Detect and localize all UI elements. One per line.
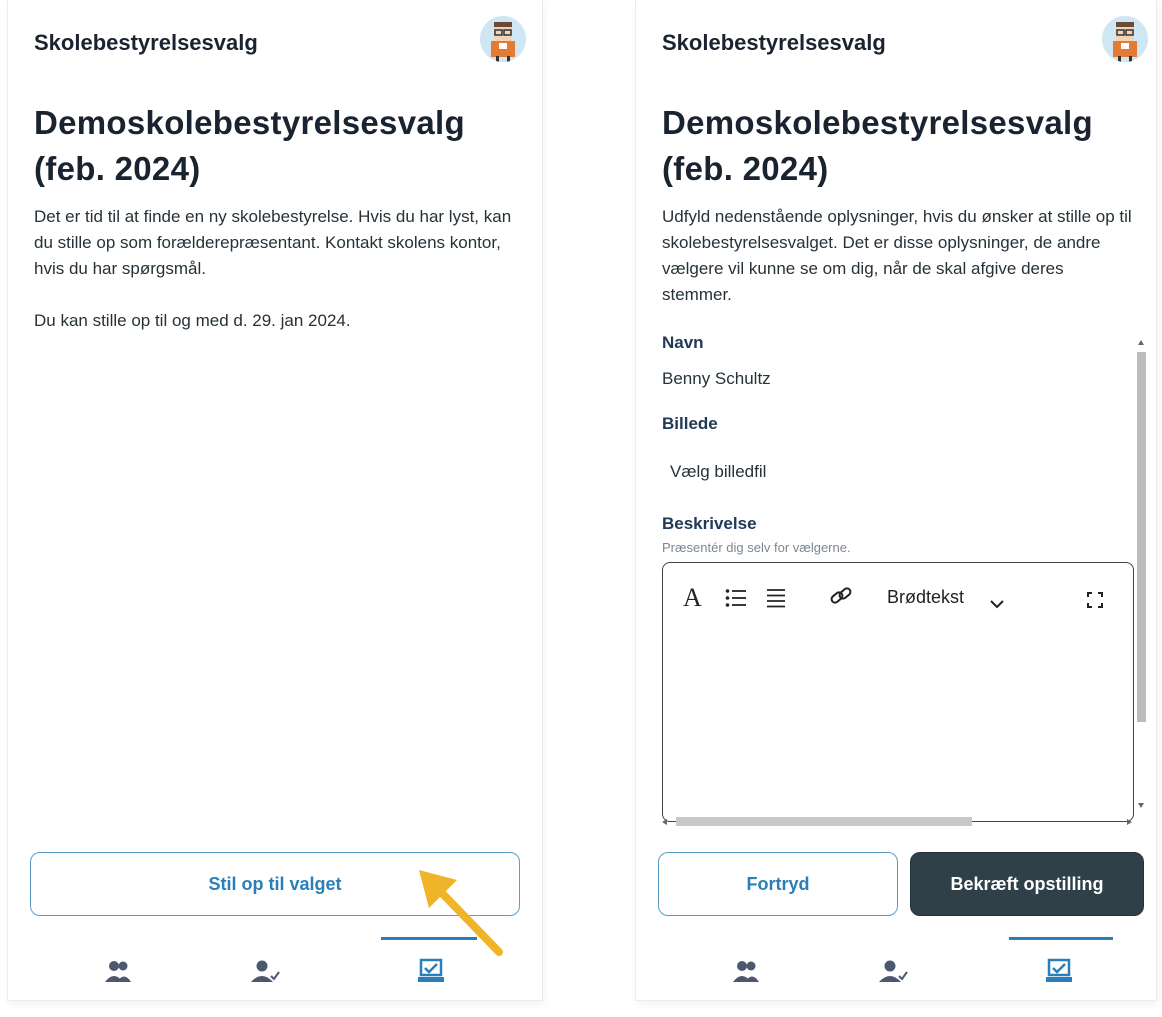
confirm-button[interactable]: Bekræft opstilling — [910, 852, 1144, 916]
ballot-check-icon[interactable] — [416, 958, 446, 984]
description-hint: Præsentér dig selv for vælgerne. — [662, 540, 851, 555]
ballot-check-icon[interactable] — [1044, 958, 1074, 984]
people-icon[interactable] — [731, 958, 761, 984]
avatar[interactable] — [1102, 16, 1148, 62]
page-heading: Demoskolebestyrelsesvalg (feb. 2024) — [662, 104, 1093, 187]
bullet-list-icon[interactable] — [725, 587, 747, 615]
annotation-arrow-icon — [419, 870, 503, 956]
link-icon[interactable] — [829, 585, 853, 614]
name-label: Navn — [662, 333, 704, 352]
phone-screen-left: Skolebestyrelsesvalg Demoskolebestyrelse… — [8, 0, 542, 1000]
name-value: Benny Schultz — [662, 369, 771, 388]
intro-text: Det er tid til at finde en ny skolebesty… — [34, 207, 512, 278]
fullscreen-icon[interactable] — [1087, 587, 1103, 615]
person-check-icon[interactable] — [250, 958, 280, 984]
avatar[interactable] — [480, 16, 526, 62]
nav-active-indicator — [1009, 937, 1113, 940]
people-icon[interactable] — [103, 958, 133, 984]
app-title: Skolebestyrelsesvalg — [34, 30, 258, 55]
cancel-button[interactable]: Fortryd — [658, 852, 898, 916]
vertical-scrollbar[interactable] — [1134, 340, 1148, 820]
description-label: Beskrivelse — [662, 514, 757, 533]
description-editor[interactable]: A Brødtekst — [662, 562, 1134, 822]
chevron-down-icon[interactable] — [989, 589, 1005, 617]
format-select[interactable]: Brødtekst — [887, 587, 964, 608]
font-style-icon[interactable]: A — [683, 583, 702, 613]
image-label: Billede — [662, 414, 718, 433]
horizontal-scrollbar[interactable] — [662, 815, 1132, 829]
nav-active-indicator — [381, 937, 477, 940]
align-icon[interactable] — [765, 587, 787, 615]
page-heading: Demoskolebestyrelsesvalg (feb. 2024) — [34, 104, 465, 187]
deadline-text: Du kan stille op til og med d. 29. jan 2… — [34, 311, 351, 330]
intro-text: Udfyld nedenstående oplysninger, hvis du… — [662, 207, 1132, 304]
person-check-icon[interactable] — [878, 958, 908, 984]
phone-screen-right: Skolebestyrelsesvalg Demoskolebestyrelse… — [636, 0, 1156, 1000]
choose-image-button[interactable]: Vælg billedfil — [670, 462, 766, 482]
app-title: Skolebestyrelsesvalg — [662, 30, 886, 55]
